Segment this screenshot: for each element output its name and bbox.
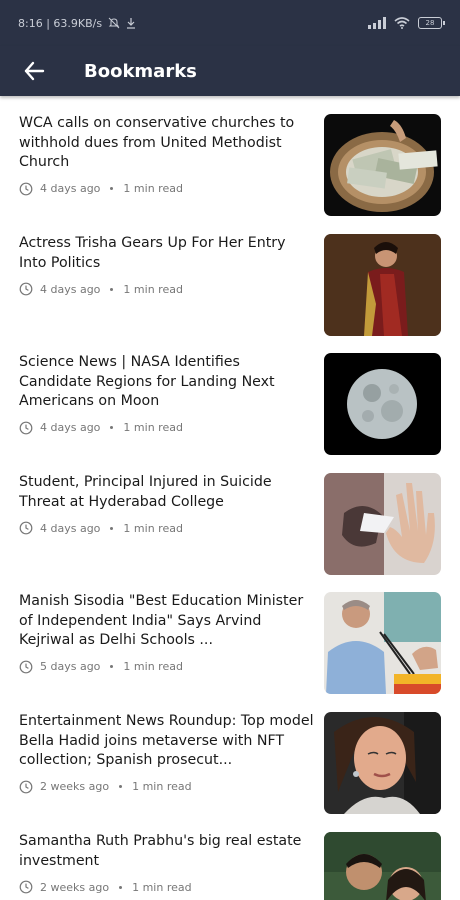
list-item[interactable]: Entertainment News Roundup: Top model Be… xyxy=(0,712,460,816)
clock-icon xyxy=(19,880,33,894)
article-title[interactable]: Samantha Ruth Prabhu's big real estate i… xyxy=(19,832,315,871)
article-read-time: 1 min read xyxy=(123,521,183,535)
actress-portrait-image[interactable] xyxy=(324,234,441,336)
clock-icon xyxy=(19,780,33,793)
article-meta: 2 weeks ago 1 min read xyxy=(19,880,315,894)
article-read-time: 1 min read xyxy=(132,880,192,894)
article-meta: 4 days ago 1 min read xyxy=(19,521,315,535)
clock-icon xyxy=(19,182,33,195)
list-item[interactable]: Manish Sisodia "Best Education Minister … xyxy=(0,592,460,696)
couple-selfie-image[interactable] xyxy=(324,832,441,900)
battery-level: 28 xyxy=(425,19,435,27)
article-title[interactable]: Entertainment News Roundup: Top model Be… xyxy=(19,712,315,771)
separator-dot xyxy=(119,785,123,788)
separator-dot xyxy=(110,187,114,190)
list-item[interactable]: Science News | NASA Identifies Candidate… xyxy=(0,353,460,457)
mute-icon xyxy=(108,17,120,29)
article-title[interactable]: WCA calls on conservative churches to wi… xyxy=(19,114,315,173)
article-meta: 2 weeks ago 1 min read xyxy=(19,780,315,794)
list-item[interactable]: Actress Trisha Gears Up For Her Entry In… xyxy=(0,234,460,338)
article-title[interactable]: Actress Trisha Gears Up For Her Entry In… xyxy=(19,234,315,273)
article-title[interactable]: Student, Principal Injured in Suicide Th… xyxy=(19,473,315,512)
signal-icon xyxy=(368,17,386,29)
battery-icon: 28 xyxy=(418,17,445,29)
separator-dot xyxy=(119,885,123,889)
bookmark-list: WCA calls on conservative churches to wi… xyxy=(0,96,460,900)
article-age: 4 days ago xyxy=(40,282,101,296)
separator-dot xyxy=(110,665,114,668)
status-left: 8:16 | 63.9KB/s xyxy=(18,17,136,30)
download-icon xyxy=(127,18,136,29)
app-bar: Bookmarks xyxy=(0,46,460,96)
list-item[interactable]: Samantha Ruth Prabhu's big real estate i… xyxy=(0,832,460,900)
list-item[interactable]: WCA calls on conservative churches to wi… xyxy=(0,114,460,218)
wifi-icon xyxy=(394,17,410,29)
article-text: Science News | NASA Identifies Candidate… xyxy=(19,353,315,435)
article-age: 2 weeks ago xyxy=(40,880,110,894)
status-time-speed: 8:16 | 63.9KB/s xyxy=(18,16,103,30)
moon-image[interactable] xyxy=(324,353,441,455)
article-title[interactable]: Science News | NASA Identifies Candidate… xyxy=(19,353,315,412)
article-meta: 4 days ago 1 min read xyxy=(19,421,315,435)
article-title[interactable]: Manish Sisodia "Best Education Minister … xyxy=(19,592,315,651)
separator-dot xyxy=(110,287,114,291)
article-text: WCA calls on conservative churches to wi… xyxy=(19,114,315,196)
clock-icon xyxy=(19,421,33,434)
article-age: 4 days ago xyxy=(40,421,101,434)
page-title: Bookmarks xyxy=(84,60,197,82)
separator-dot xyxy=(110,426,114,429)
article-age: 2 weeks ago xyxy=(40,780,110,793)
money-basket-image[interactable] xyxy=(324,114,441,216)
arrow-left-icon xyxy=(24,61,45,81)
clock-icon xyxy=(19,660,33,673)
article-text: Entertainment News Roundup: Top model Be… xyxy=(19,712,315,794)
clock-icon xyxy=(19,521,33,535)
article-meta: 5 days ago 1 min read xyxy=(19,660,315,674)
back-button[interactable] xyxy=(12,49,56,93)
list-item[interactable]: Student, Principal Injured in Suicide Th… xyxy=(0,473,460,577)
separator-dot xyxy=(110,526,114,530)
clock-icon xyxy=(19,282,33,296)
politician-speech-image[interactable] xyxy=(324,592,441,694)
article-read-time: 1 min read xyxy=(123,282,183,296)
model-portrait-image[interactable] xyxy=(324,712,441,814)
article-meta: 4 days ago 1 min read xyxy=(19,282,315,296)
article-read-time: 1 min read xyxy=(132,780,192,793)
raised-hand-image[interactable] xyxy=(324,473,441,575)
article-age: 5 days ago xyxy=(40,660,101,673)
article-read-time: 1 min read xyxy=(123,421,183,434)
status-right: 28 xyxy=(368,17,445,29)
article-text: Samantha Ruth Prabhu's big real estate i… xyxy=(19,832,315,894)
article-text: Actress Trisha Gears Up For Her Entry In… xyxy=(19,234,315,296)
article-read-time: 1 min read xyxy=(123,660,183,673)
article-text: Manish Sisodia "Best Education Minister … xyxy=(19,592,315,674)
article-meta: 4 days ago 1 min read xyxy=(19,182,315,196)
article-age: 4 days ago xyxy=(40,182,101,195)
article-read-time: 1 min read xyxy=(123,182,183,195)
status-bar: 8:16 | 63.9KB/s 28 xyxy=(0,0,460,46)
article-age: 4 days ago xyxy=(40,521,101,535)
article-text: Student, Principal Injured in Suicide Th… xyxy=(19,473,315,535)
